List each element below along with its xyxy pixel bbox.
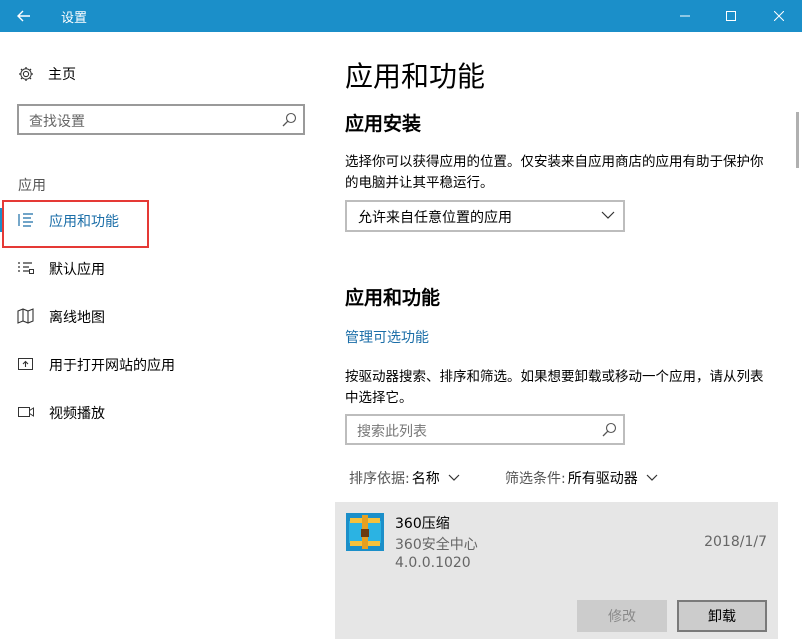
home-nav-item[interactable]: 主页 <box>18 64 76 84</box>
app-name: 360压缩 <box>395 516 450 532</box>
default-apps-icon <box>18 262 34 274</box>
manage-optional-features-link[interactable]: 管理可选功能 <box>345 327 429 347</box>
sidebar-item-label: 用于打开网站的应用 <box>49 358 175 374</box>
sort-value: 名称 <box>411 471 440 487</box>
window-title: 设置 <box>61 11 88 26</box>
maximize-button[interactable] <box>708 0 754 32</box>
archive-app-icon <box>346 513 384 551</box>
sidebar-item-label: 离线地图 <box>49 310 105 326</box>
app-list-search-input[interactable]: 搜索此列表 <box>345 414 625 445</box>
settings-search-input[interactable]: 查找设置 <box>17 104 305 135</box>
search-placeholder: 搜索此列表 <box>357 424 427 440</box>
highlight-box <box>2 200 149 248</box>
app-list-item[interactable]: 360压缩 360安全中心 4.0.0.1020 2018/1/7 修改 卸载 <box>335 502 778 639</box>
sidebar-section-label: 应用 <box>18 178 46 194</box>
dropdown-value: 允许来自任意位置的应用 <box>358 210 512 226</box>
title-bar: 设置 <box>0 0 802 32</box>
sidebar-item-label: 默认应用 <box>49 262 105 278</box>
install-section-heading: 应用安装 <box>345 113 422 135</box>
install-description: 选择你可以获得应用的位置。仅安装来自应用商店的应用有助于保护你的电脑并让其平稳运… <box>345 154 764 191</box>
minimize-button[interactable] <box>662 0 708 32</box>
close-icon <box>774 11 784 21</box>
sidebar-item-video-playback[interactable]: 视频播放 <box>0 392 320 432</box>
scrollbar-thumb[interactable] <box>796 112 799 168</box>
sidebar-item-default-apps[interactable]: 默认应用 <box>0 248 320 288</box>
chevron-down-icon <box>601 211 615 219</box>
filter-value: 所有驱动器 <box>567 471 638 487</box>
app-version: 4.0.0.1020 <box>395 555 471 571</box>
home-label: 主页 <box>48 67 76 83</box>
video-icon <box>18 407 34 417</box>
filter-label: 筛选条件: <box>505 471 566 487</box>
maximize-icon <box>726 11 736 21</box>
page-title: 应用和功能 <box>345 60 486 93</box>
chevron-down-icon <box>448 474 460 481</box>
filter-by-dropdown[interactable]: 筛选条件: 所有驱动器 <box>505 468 658 488</box>
search-placeholder: 查找设置 <box>29 114 85 130</box>
modify-button[interactable]: 修改 <box>577 600 667 632</box>
sort-label: 排序依据: <box>349 471 410 487</box>
back-button[interactable] <box>0 0 48 32</box>
back-arrow-icon <box>17 10 30 22</box>
sidebar-item-website-apps[interactable]: 用于打开网站的应用 <box>0 344 320 384</box>
apps-section-heading: 应用和功能 <box>345 287 441 309</box>
open-website-icon <box>18 358 33 370</box>
search-icon[interactable] <box>282 112 297 127</box>
sidebar-item-label: 视频播放 <box>49 406 105 422</box>
uninstall-button[interactable]: 卸载 <box>677 600 767 632</box>
gear-icon <box>19 67 33 81</box>
app-publisher: 360安全中心 <box>395 537 478 553</box>
app-install-date: 2018/1/7 <box>704 534 767 550</box>
close-button[interactable] <box>756 0 802 32</box>
search-icon[interactable] <box>602 422 617 437</box>
sidebar-item-offline-maps[interactable]: 离线地图 <box>0 296 320 336</box>
install-source-dropdown[interactable]: 允许来自任意位置的应用 <box>345 200 625 232</box>
map-icon <box>17 308 34 324</box>
chevron-down-icon <box>646 474 658 481</box>
apps-description: 按驱动器搜索、排序和筛选。如果想要卸载或移动一个应用，请从列表中选择它。 <box>345 369 764 406</box>
minimize-icon <box>680 15 690 17</box>
sort-by-dropdown[interactable]: 排序依据: 名称 <box>349 468 460 488</box>
